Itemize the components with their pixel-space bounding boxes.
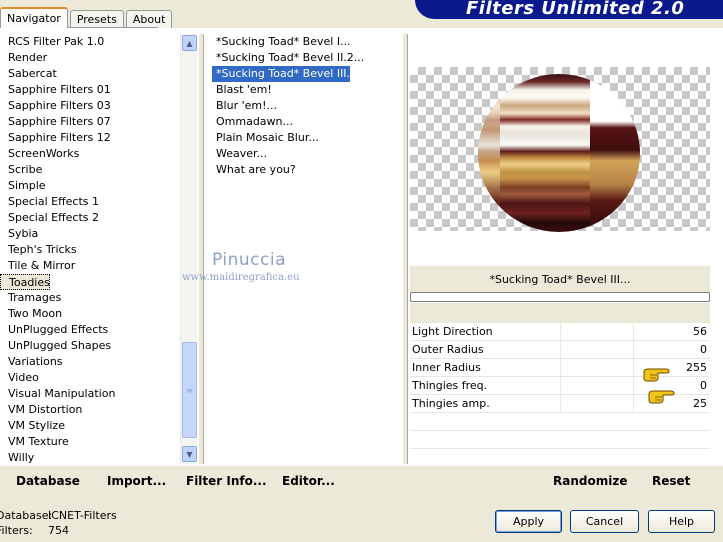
category-item[interactable]: VM Stylize: [0, 418, 180, 434]
category-item[interactable]: Teph's Tricks: [0, 242, 180, 258]
filter-title: *Sucking Toad* Bevel III...: [489, 272, 631, 286]
database-value: ICNET-Filters: [48, 509, 117, 522]
filter-item[interactable]: Plain Mosaic Blur...: [212, 130, 402, 146]
category-item[interactable]: Sapphire Filters 07: [0, 114, 180, 130]
filter-item[interactable]: Blast 'em!: [212, 82, 402, 98]
category-item[interactable]: Willy: [0, 450, 180, 466]
params-header: [410, 303, 710, 323]
param-name: Inner Radius: [412, 361, 481, 374]
category-item[interactable]: Two Moon: [0, 306, 180, 322]
filter-item[interactable]: What are you?: [212, 162, 402, 178]
tab-bar: Navigator Presets About: [0, 6, 174, 28]
database-label: Database:: [0, 509, 53, 522]
editor-button[interactable]: Editor...: [282, 474, 335, 488]
category-item[interactable]: ScreenWorks: [0, 146, 180, 162]
splitter-right[interactable]: [402, 34, 408, 464]
category-item[interactable]: UnPlugged Shapes: [0, 338, 180, 354]
preview-image: [478, 74, 640, 232]
category-item[interactable]: UnPlugged Effects: [0, 322, 180, 338]
tab-about[interactable]: About: [125, 10, 173, 28]
category-item[interactable]: Scribe: [0, 162, 180, 178]
category-item[interactable]: RCS Filter Pak 1.0: [0, 34, 180, 50]
filter-item[interactable]: *Sucking Toad* Bevel II.2...: [212, 50, 402, 66]
param-name: Thingies freq.: [412, 379, 488, 392]
param-slider[interactable]: [560, 395, 634, 412]
param-row[interactable]: Outer Radius 0: [410, 341, 710, 359]
category-list: RCS Filter Pak 1.0 Render Sabercat Sapph…: [0, 34, 180, 466]
status-info: Database:ICNET-Filters Filters: 754: [0, 508, 117, 538]
help-button[interactable]: Help: [648, 510, 715, 533]
chevron-up-icon[interactable]: ▲: [182, 35, 197, 51]
category-item[interactable]: Sapphire Filters 12: [0, 130, 180, 146]
category-item[interactable]: Sapphire Filters 01: [0, 82, 180, 98]
reset-button[interactable]: Reset: [652, 474, 690, 488]
category-item[interactable]: VM Distortion: [0, 402, 180, 418]
import-button[interactable]: Import...: [107, 474, 166, 488]
category-item[interactable]: Visual Manipulation: [0, 386, 180, 402]
scrollbar-thumb[interactable]: ≡: [182, 342, 197, 438]
progress-box: [410, 292, 710, 302]
tab-navigator[interactable]: Navigator: [0, 7, 68, 28]
param-row-empty: [410, 413, 710, 431]
param-slider[interactable]: [560, 341, 634, 358]
param-name: Thingies amp.: [412, 397, 490, 410]
param-value[interactable]: 56: [634, 325, 710, 338]
param-row[interactable]: Light Direction 56: [410, 323, 710, 341]
watermark-url: www.maidiregrafica.eu: [182, 272, 300, 283]
apply-button[interactable]: Apply: [495, 510, 562, 533]
splitter-left[interactable]: [198, 34, 204, 464]
chevron-down-icon[interactable]: ▼: [182, 446, 197, 462]
database-button[interactable]: Database: [16, 474, 80, 488]
category-item[interactable]: Special Effects 2: [0, 210, 180, 226]
param-slider[interactable]: [560, 323, 634, 340]
category-item[interactable]: Sapphire Filters 03: [0, 98, 180, 114]
category-item[interactable]: Variations: [0, 354, 180, 370]
filters-count: 754: [48, 524, 69, 537]
param-slider[interactable]: [560, 359, 634, 376]
param-name: Outer Radius: [412, 343, 484, 356]
filter-info-button[interactable]: Filter Info...: [186, 474, 267, 488]
category-item[interactable]: Sabercat: [0, 66, 180, 82]
category-item[interactable]: Tramages: [0, 290, 180, 306]
category-item[interactable]: VM Texture: [0, 434, 180, 450]
param-value[interactable]: 0: [634, 343, 710, 356]
param-name: Light Direction: [412, 325, 493, 338]
param-slider[interactable]: [560, 377, 634, 394]
cancel-button[interactable]: Cancel: [570, 510, 639, 533]
randomize-button[interactable]: Randomize: [553, 474, 627, 488]
tab-presets[interactable]: Presets: [69, 10, 124, 28]
watermark-name: Pinuccia: [212, 250, 286, 270]
category-scrollbar[interactable]: ▲ ≡ ▼: [180, 34, 197, 464]
filters-label: Filters:: [0, 524, 33, 537]
category-item[interactable]: Video: [0, 370, 180, 386]
category-item-selected[interactable]: Toadies: [0, 274, 50, 290]
filter-item[interactable]: Ommadawn...: [212, 114, 402, 130]
filter-item[interactable]: Blur 'em!...: [212, 98, 402, 114]
app-title: Filters Unlimited 2.0: [466, 0, 685, 19]
category-item[interactable]: Special Effects 1: [0, 194, 180, 210]
pointing-hand-icon: [643, 368, 670, 382]
filter-item[interactable]: *Sucking Toad* Bevel I...: [212, 34, 402, 50]
pointing-hand-icon: [648, 390, 675, 404]
filter-item-selected[interactable]: *Sucking Toad* Bevel III...: [212, 66, 357, 82]
filter-item[interactable]: Weaver...: [212, 146, 402, 162]
category-item[interactable]: Render: [0, 50, 180, 66]
param-row-empty: [410, 431, 710, 449]
category-item[interactable]: Sybia: [0, 226, 180, 242]
category-item[interactable]: Tile & Mirror: [0, 258, 180, 274]
category-item[interactable]: Simple: [0, 178, 180, 194]
filter-list: *Sucking Toad* Bevel I... *Sucking Toad*…: [212, 34, 402, 178]
param-row-empty: [410, 449, 710, 467]
filter-title-bar: *Sucking Toad* Bevel III...: [410, 266, 710, 292]
